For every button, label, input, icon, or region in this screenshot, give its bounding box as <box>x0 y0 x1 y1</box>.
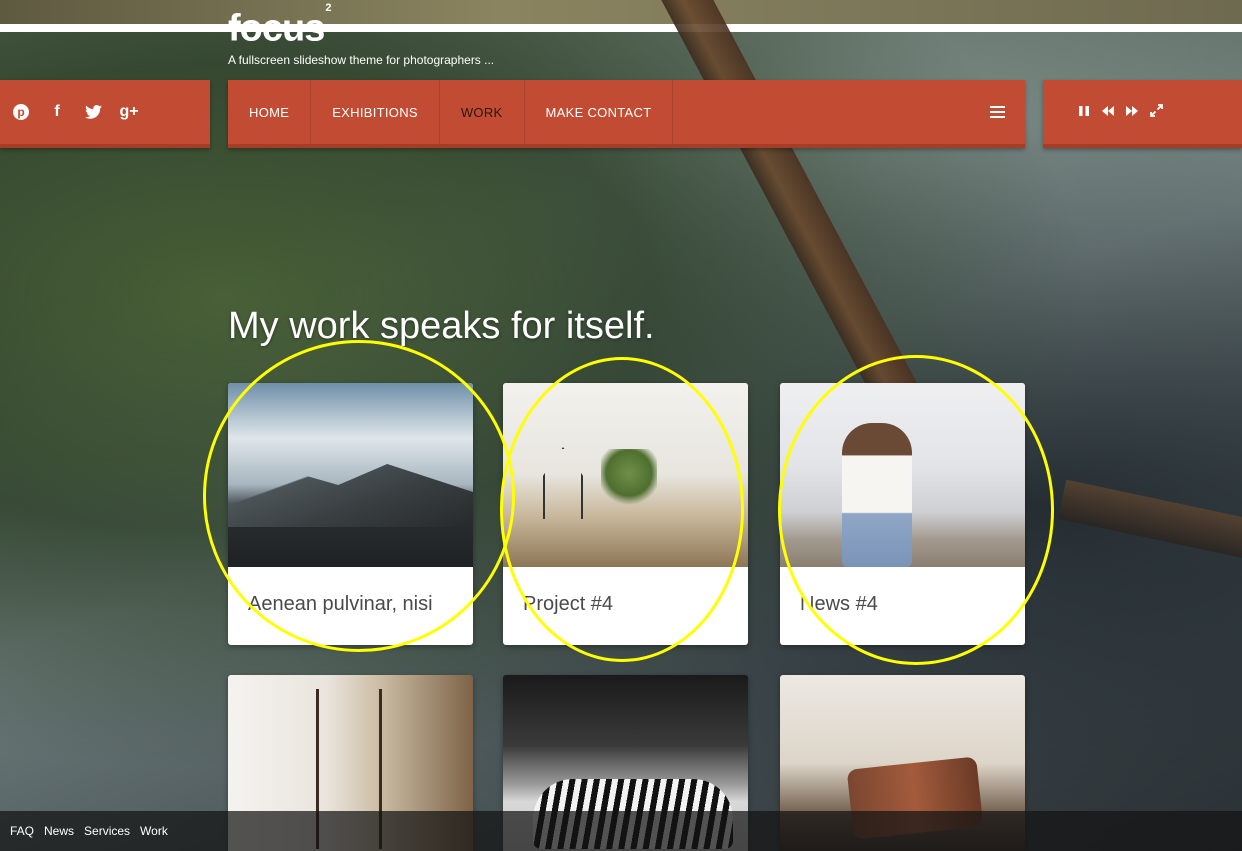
fast-forward-icon[interactable] <box>1125 105 1139 120</box>
background-beam <box>640 0 925 420</box>
footer-link-work[interactable]: Work <box>140 824 168 838</box>
menu-icon-lines <box>989 111 1005 113</box>
pause-shape <box>1079 105 1089 116</box>
footer-link-news[interactable]: News <box>44 824 74 838</box>
social-bar: p f g+ <box>0 80 210 148</box>
google-plus-icon[interactable]: g+ <box>119 103 138 121</box>
card-title: Project #4 <box>523 593 614 615</box>
background-bench <box>1058 479 1242 561</box>
rewind-shape <box>1102 105 1114 116</box>
page-heading: My work speaks for itself. <box>228 305 655 347</box>
footer-link-faq[interactable]: FAQ <box>10 824 34 838</box>
site-tagline: A fullscreen slideshow theme for photogr… <box>228 53 495 67</box>
fullscreen-icon[interactable] <box>1149 104 1163 120</box>
pinterest-glyph: p <box>13 104 29 120</box>
footer-bar: FAQ News Services Work <box>0 811 1242 851</box>
work-card[interactable]: Project #4 <box>503 383 748 645</box>
card-thumbnail <box>780 383 1025 567</box>
card-title: Aenean pulvinar, nisi <box>248 593 433 615</box>
nav-home[interactable]: HOME <box>228 80 312 144</box>
work-card[interactable]: Aenean pulvinar, nisi <box>228 383 473 645</box>
twitter-icon[interactable] <box>84 103 102 121</box>
fast-forward-shape <box>1126 105 1138 116</box>
menu-icon[interactable] <box>969 80 1025 144</box>
fullscreen-shape <box>1149 104 1163 117</box>
pinterest-icon[interactable]: p <box>12 103 30 121</box>
top-background-strip <box>0 0 1242 24</box>
pause-icon[interactable] <box>1077 105 1091 120</box>
twitter-bird-shape <box>84 105 102 119</box>
nav-make-contact[interactable]: MAKE CONTACT <box>525 80 674 144</box>
facebook-icon[interactable]: f <box>48 103 66 121</box>
card-thumbnail <box>228 383 473 567</box>
footer-link-services[interactable]: Services <box>84 824 130 838</box>
nav-exhibitions[interactable]: EXHIBITIONS <box>311 80 440 144</box>
slideshow-controls <box>1043 80 1242 148</box>
site-logo[interactable]: focus2 <box>228 2 332 49</box>
nav-work[interactable]: WORK <box>440 80 525 144</box>
card-title: News #4 <box>800 593 878 615</box>
top-divider-line <box>0 24 1242 32</box>
main-nav: HOME EXHIBITIONS WORK MAKE CONTACT <box>228 80 1025 148</box>
work-card[interactable]: News #4 <box>780 383 1025 645</box>
card-thumbnail <box>503 383 748 567</box>
rewind-icon[interactable] <box>1101 105 1115 120</box>
